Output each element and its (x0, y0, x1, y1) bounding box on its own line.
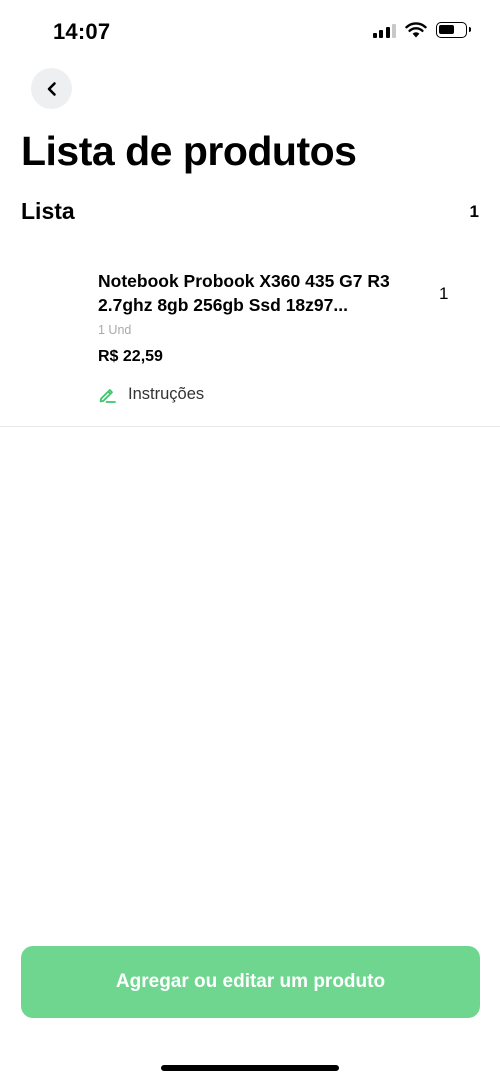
signal-icon (372, 22, 396, 38)
product-price: R$ 22,59 (98, 348, 163, 365)
wifi-icon (405, 22, 427, 38)
home-indicator (161, 1065, 339, 1071)
status-bar: 14:07 (0, 0, 500, 66)
pencil-icon (99, 389, 116, 403)
list-section-title: Lista (21, 198, 75, 224)
status-icons (372, 22, 471, 38)
product-quantity: 1 (439, 284, 449, 303)
status-time: 14:07 (53, 19, 111, 44)
back-button[interactable] (31, 68, 72, 109)
instructions-button[interactable]: Instruções (98, 385, 204, 404)
screen: 14:07 Lista de produtos Lista 1 Notebook… (0, 0, 500, 1082)
product-name: Notebook Probook X360 435 G7 R3 2.7ghz 8… (98, 271, 390, 315)
list-count: 1 (469, 202, 479, 221)
list-item[interactable]: Notebook Probook X360 435 G7 R3 2.7ghz 8… (0, 252, 500, 427)
product-unit: 1 Und (98, 323, 132, 337)
page-title: Lista de produtos (21, 128, 357, 174)
instructions-label: Instruções (128, 385, 205, 403)
battery-icon (436, 22, 471, 38)
chevron-left-icon (47, 81, 56, 96)
add-edit-product-button[interactable]: Agregar ou editar um produto (21, 946, 480, 1018)
